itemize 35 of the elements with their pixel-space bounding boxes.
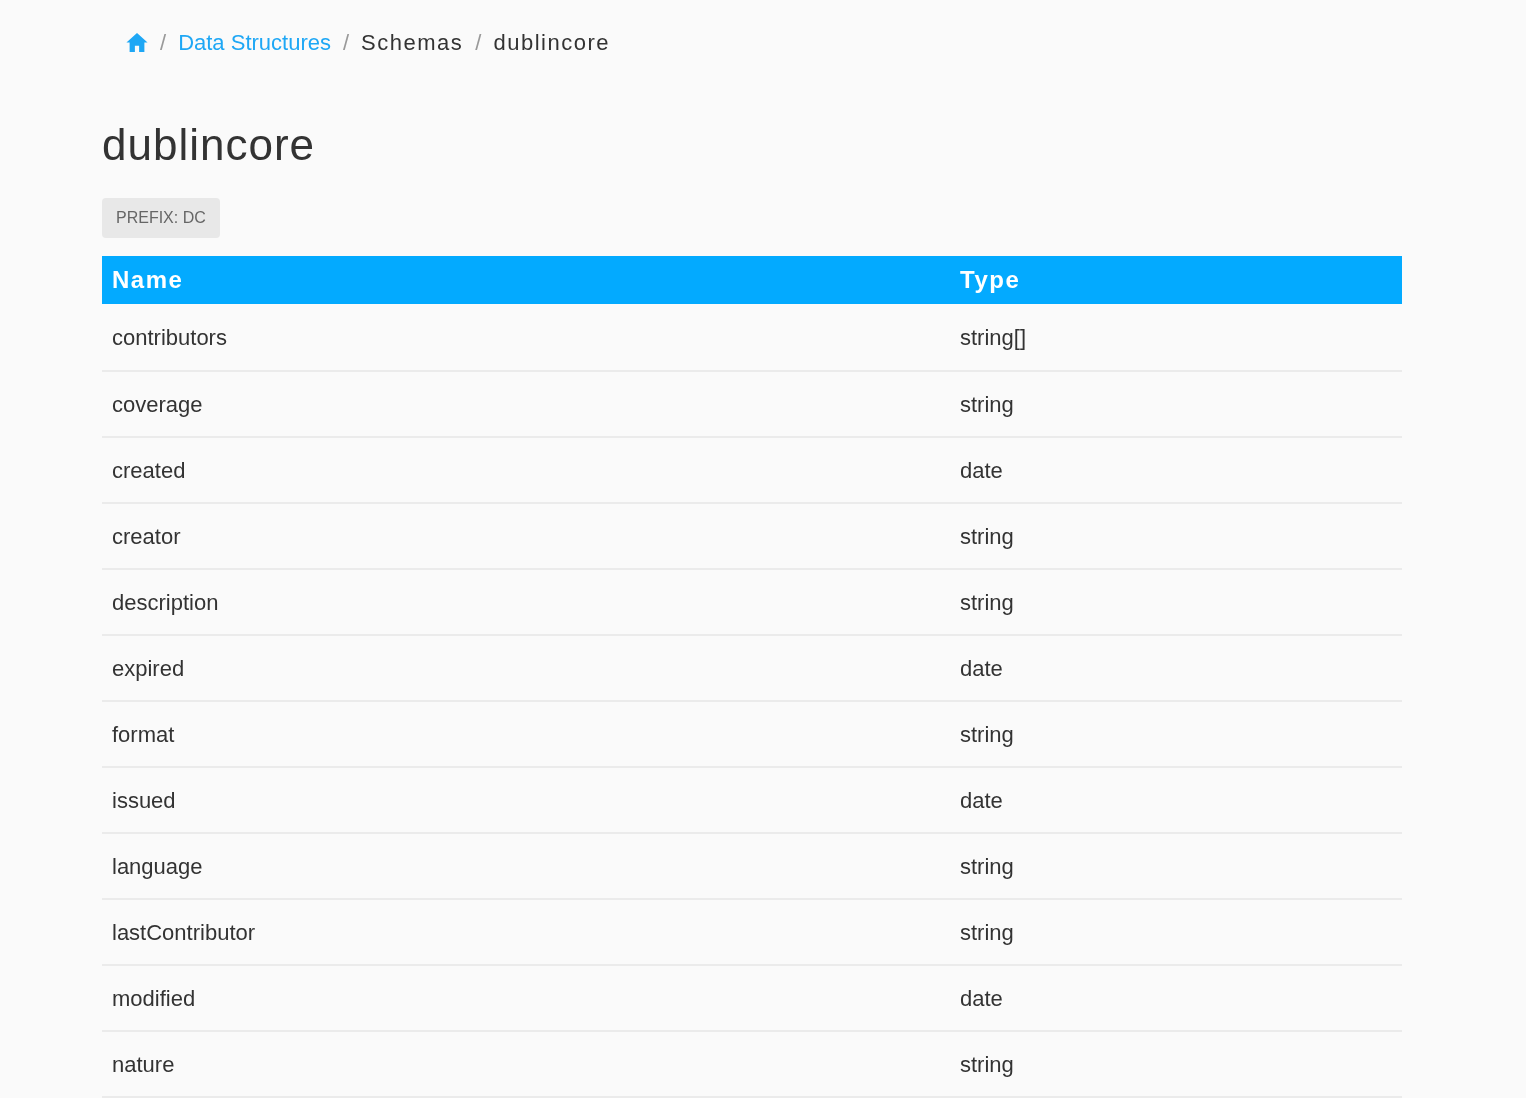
table-cell: description bbox=[102, 569, 950, 635]
table-cell: string bbox=[950, 1031, 1402, 1097]
breadcrumb-link[interactable]: Data Structures bbox=[178, 25, 331, 59]
prefix-badge: PREFIX: DC bbox=[102, 198, 220, 238]
table-cell: string bbox=[950, 701, 1402, 767]
breadcrumb-separator: / bbox=[159, 28, 168, 57]
breadcrumb-separator: / bbox=[474, 28, 483, 57]
table-cell: string[] bbox=[950, 304, 1402, 371]
table-cell: contributors bbox=[102, 304, 950, 371]
breadcrumb-separator: / bbox=[341, 28, 351, 57]
table-cell: lastContributor bbox=[102, 899, 950, 965]
table-cell: nature bbox=[102, 1031, 950, 1097]
breadcrumb-item: dublincore bbox=[493, 28, 610, 57]
table-cell: string bbox=[950, 833, 1402, 899]
table-cell: string bbox=[950, 899, 1402, 965]
table-cell: date bbox=[950, 437, 1402, 503]
page-title: dublincore bbox=[102, 119, 316, 171]
table-cell: issued bbox=[102, 767, 950, 833]
column-header: Type bbox=[960, 266, 1021, 293]
table-cell: coverage bbox=[102, 371, 950, 437]
table-cell: creator bbox=[102, 503, 950, 569]
column-header: Name bbox=[112, 266, 184, 293]
table-cell: string bbox=[950, 503, 1402, 569]
table-cell: date bbox=[950, 767, 1402, 833]
table-cell: string bbox=[950, 371, 1402, 437]
table-cell: string bbox=[950, 569, 1402, 635]
table-cell: modified bbox=[102, 965, 950, 1031]
table-cell: expired bbox=[102, 635, 950, 701]
table-cell: date bbox=[950, 965, 1402, 1031]
table-cell: language bbox=[102, 833, 950, 899]
table-cell: created bbox=[102, 437, 950, 503]
home-icon[interactable] bbox=[126, 32, 148, 52]
breadcrumb-item: Schemas bbox=[361, 28, 464, 57]
table-cell: format bbox=[102, 701, 950, 767]
table-cell: date bbox=[950, 635, 1402, 701]
